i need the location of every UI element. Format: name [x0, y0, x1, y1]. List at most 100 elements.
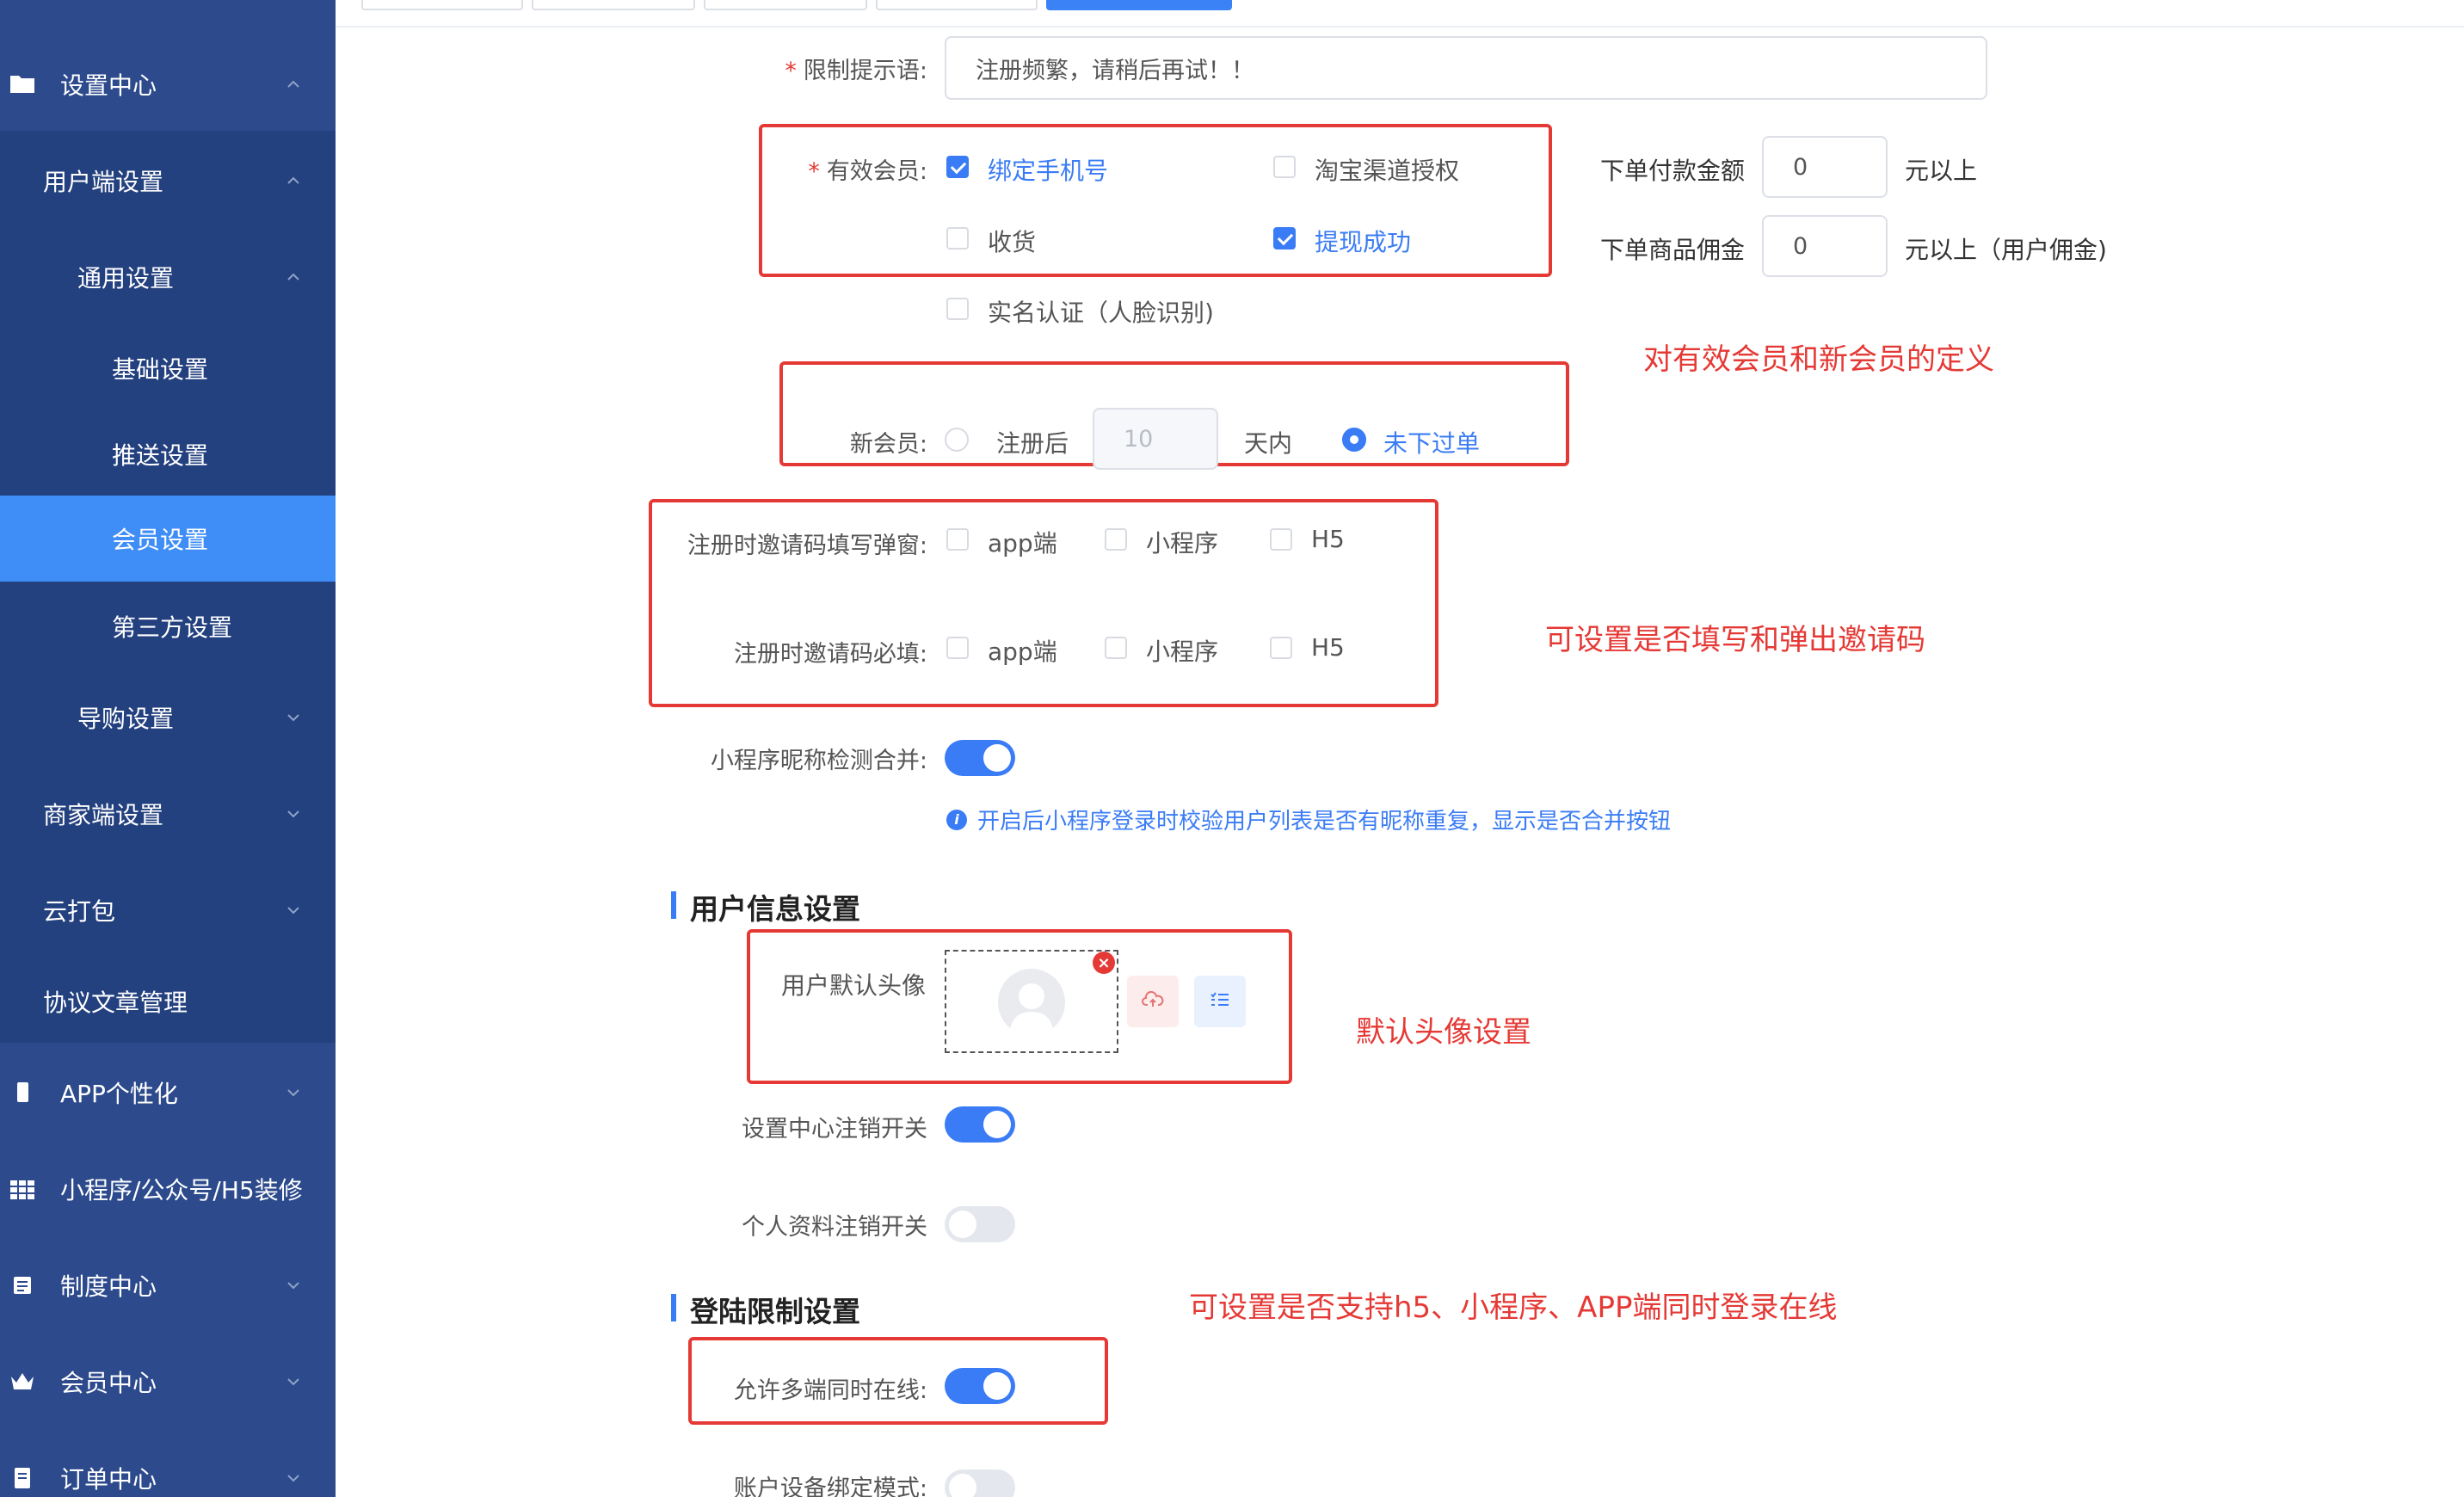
new-member-days-suffix: 天内	[1244, 429, 1293, 458]
invite-required-label: 注册时邀请码必填:	[733, 641, 927, 668]
sidebar-item-label: 设置中心	[60, 71, 157, 100]
chevron-up-icon	[287, 175, 299, 187]
annotation-login: 可设置是否支持h5、小程序、APP端同时登录在线	[1189, 1291, 1838, 1325]
sidebar-item-label: 协议文章管理	[43, 989, 188, 1017]
section-title-user-info: 用户信息设置	[671, 886, 860, 927]
info-icon: i	[946, 809, 967, 830]
sidebar-item-merchant[interactable]: 商家端设置	[0, 771, 336, 857]
option-required-app: app端	[988, 638, 1057, 666]
chevron-down-icon	[287, 808, 299, 820]
checkbox-popup-app[interactable]	[946, 528, 969, 551]
sidebar-item-cloud-pack[interactable]: 云打包	[0, 867, 336, 953]
new-member-days-input[interactable]: 10	[1093, 408, 1218, 470]
checkbox-taobao-auth[interactable]	[1273, 156, 1296, 178]
cloud-upload-icon	[1142, 990, 1164, 1012]
sidebar-item-label: 会员中心	[60, 1369, 157, 1397]
profile-cancel-switch[interactable]	[945, 1206, 1015, 1242]
tab-4[interactable]	[876, 0, 1038, 10]
option-popup-h5: H5	[1311, 525, 1345, 553]
device-bind-label: 账户设备绑定模式:	[733, 1475, 927, 1497]
annotation-box-valid-member	[759, 124, 1552, 277]
chevron-down-icon	[287, 1087, 299, 1099]
sidebar-item-label: 制度中心	[60, 1272, 157, 1301]
option-no-order: 未下过单	[1383, 429, 1481, 458]
radio-no-order[interactable]	[1342, 428, 1366, 452]
select-avatar-button[interactable]	[1194, 976, 1246, 1027]
radio-after-register[interactable]	[945, 428, 969, 452]
sidebar-item-third-party[interactable]: 第三方设置	[0, 583, 336, 669]
tab-1[interactable]	[361, 0, 523, 10]
settings-cancel-label: 设置中心注销开关	[742, 1116, 927, 1143]
checkbox-withdraw-success[interactable]	[1273, 227, 1296, 250]
option-taobao-auth: 淘宝渠道授权	[1315, 157, 1460, 185]
checkbox-bind-phone[interactable]	[946, 156, 969, 178]
sidebar-item-member[interactable]: 会员设置	[0, 496, 336, 582]
remove-avatar-icon[interactable]: ×	[1093, 952, 1115, 974]
sidebar-item-basic[interactable]: 基础设置	[0, 325, 336, 411]
section-title-login-limit: 登陆限制设置	[671, 1289, 860, 1330]
sidebar-item-label: 通用设置	[77, 264, 175, 293]
sidebar-item-general[interactable]: 通用设置	[0, 234, 336, 320]
sidebar-item-label: 推送设置	[112, 441, 209, 470]
sidebar-item-label: APP个性化	[60, 1080, 178, 1108]
chevron-down-icon	[287, 1376, 299, 1388]
sidebar-item-agreements[interactable]: 协议文章管理	[0, 958, 336, 1044]
commission-input[interactable]: 0	[1762, 215, 1888, 277]
annotation-avatar: 默认头像设置	[1356, 1015, 1531, 1050]
nickname-merge-hint: i 开启后小程序登录时校验用户列表是否有昵称重复，显示是否合并按钮	[946, 804, 1671, 835]
commission-value: 0	[1793, 232, 1808, 260]
sidebar-item-app-custom[interactable]: APP个性化	[0, 1050, 336, 1136]
settings-cancel-switch[interactable]	[945, 1106, 1015, 1143]
option-popup-app: app端	[988, 529, 1057, 558]
sidebar-item-label: 导购设置	[77, 705, 175, 733]
chevron-down-icon	[287, 712, 299, 724]
order-icon	[9, 1464, 36, 1492]
tab-2[interactable]	[532, 0, 695, 10]
sidebar-item-label: 小程序/公众号/H5装修	[60, 1176, 303, 1204]
phone-icon	[9, 1079, 36, 1106]
checkbox-popup-h5[interactable]	[1270, 528, 1292, 551]
limit-tip-input[interactable]: 注册频繁，请稍后再试！！	[945, 36, 1987, 100]
limit-tip-value: 注册频繁，请稍后再试！！	[976, 57, 1254, 84]
checkbox-real-name[interactable]	[946, 298, 969, 320]
profile-cancel-label: 个人资料注销开关	[742, 1214, 927, 1241]
option-required-miniprogram: 小程序	[1146, 638, 1219, 666]
checkbox-required-h5[interactable]	[1270, 637, 1292, 659]
sidebar-item-push[interactable]: 推送设置	[0, 411, 336, 497]
commission-suffix: 元以上（用户佣金)	[1905, 236, 2107, 264]
checkbox-required-app[interactable]	[946, 637, 969, 659]
sidebar-item-settings-center[interactable]: 设置中心	[0, 41, 336, 127]
order-amount-input[interactable]: 0	[1762, 136, 1888, 198]
order-amount-value: 0	[1793, 153, 1808, 181]
order-amount-suffix: 元以上	[1905, 157, 1978, 185]
option-after-register: 注册后	[996, 429, 1069, 458]
nickname-merge-switch[interactable]	[945, 740, 1015, 776]
tab-3[interactable]	[704, 0, 867, 10]
sidebar-item-label: 第三方设置	[112, 613, 233, 642]
sidebar-item-shopping-guide[interactable]: 导购设置	[0, 675, 336, 761]
sidebar-item-order-center[interactable]: 订单中心	[0, 1435, 336, 1497]
device-bind-switch[interactable]	[945, 1469, 1015, 1497]
annotation-member-definition: 对有效会员和新会员的定义	[1643, 342, 1994, 377]
chevron-down-icon	[287, 1279, 299, 1291]
order-amount-label: 下单付款金额	[1600, 157, 1746, 185]
option-bind-phone: 绑定手机号	[988, 157, 1109, 185]
chevron-up-icon	[287, 78, 299, 90]
checkbox-popup-miniprogram[interactable]	[1105, 528, 1127, 551]
sidebar-item-member-center[interactable]: 会员中心	[0, 1339, 336, 1425]
chevron-down-icon	[287, 1472, 299, 1484]
sidebar-item-miniprogram-decor[interactable]: 小程序/公众号/H5装修	[0, 1146, 336, 1232]
checkbox-required-miniprogram[interactable]	[1105, 637, 1127, 659]
option-required-h5: H5	[1311, 633, 1345, 662]
list-check-icon	[1210, 991, 1230, 1012]
tab-active[interactable]	[1046, 0, 1232, 10]
multi-online-switch[interactable]	[945, 1368, 1015, 1404]
option-popup-miniprogram: 小程序	[1146, 529, 1219, 558]
folder-icon	[9, 71, 36, 98]
grid-icon	[9, 1175, 36, 1203]
chevron-down-icon	[287, 904, 299, 916]
sidebar-item-user-side[interactable]: 用户端设置	[0, 138, 336, 224]
sidebar-item-system-center[interactable]: 制度中心	[0, 1242, 336, 1328]
upload-avatar-button[interactable]	[1127, 976, 1179, 1027]
checkbox-receive[interactable]	[946, 227, 969, 250]
